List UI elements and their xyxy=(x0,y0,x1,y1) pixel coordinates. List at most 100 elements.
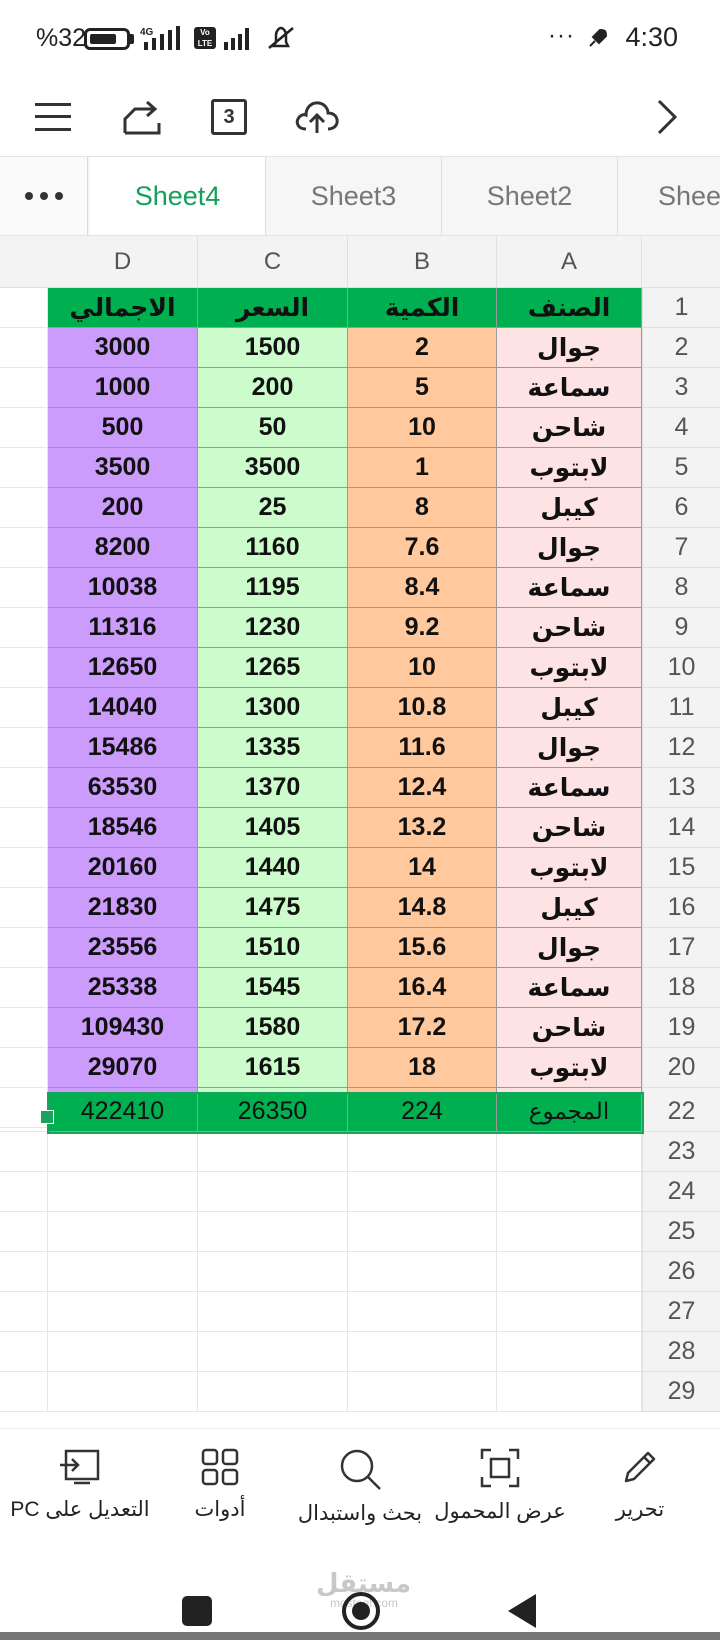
cell-item[interactable]: لابتوب xyxy=(497,848,642,888)
cell-price[interactable]: 200 xyxy=(198,368,348,408)
cell-item[interactable]: جوال xyxy=(497,728,642,768)
row-number[interactable]: 11 xyxy=(642,688,720,728)
cell-total[interactable]: 3000 xyxy=(48,328,198,368)
row-number[interactable]: 23 xyxy=(642,1132,720,1172)
cell-price[interactable]: 1230 xyxy=(198,608,348,648)
cell-quantity[interactable]: 2 xyxy=(348,328,497,368)
empty-cell[interactable] xyxy=(348,1292,497,1332)
row-number[interactable]: 1 xyxy=(642,288,720,328)
cell-item[interactable]: كيبل xyxy=(497,888,642,928)
total-cell-a[interactable]: المجموع xyxy=(497,1092,642,1132)
cell-price[interactable]: 1475 xyxy=(198,888,348,928)
home-button[interactable] xyxy=(342,1592,380,1630)
cell-total[interactable]: 200 xyxy=(48,488,198,528)
empty-cell[interactable] xyxy=(198,1212,348,1252)
cell-price[interactable]: 1545 xyxy=(198,968,348,1008)
cell-quantity[interactable]: 11.6 xyxy=(348,728,497,768)
empty-cell[interactable] xyxy=(198,1172,348,1212)
tab-count-button[interactable]: 3 xyxy=(202,90,256,144)
empty-cell[interactable] xyxy=(48,1292,198,1332)
row-number[interactable]: 16 xyxy=(642,888,720,928)
cell-price[interactable]: 1300 xyxy=(198,688,348,728)
tab-sheet4[interactable]: Sheet4 xyxy=(90,157,266,235)
cell-quantity[interactable]: 16.4 xyxy=(348,968,497,1008)
cell-total[interactable]: 500 xyxy=(48,408,198,448)
cell-total[interactable]: 25338 xyxy=(48,968,198,1008)
cell-price[interactable]: 3500 xyxy=(198,448,348,488)
cell-quantity[interactable]: 14 xyxy=(348,848,497,888)
cell-price[interactable]: 1405 xyxy=(198,808,348,848)
cell-quantity[interactable]: 17.2 xyxy=(348,1008,497,1048)
chevron-right-icon[interactable] xyxy=(640,90,694,144)
cell-total[interactable]: 29070 xyxy=(48,1048,198,1088)
cell-item[interactable]: جوال xyxy=(497,528,642,568)
cell-total[interactable]: 14040 xyxy=(48,688,198,728)
empty-cell[interactable] xyxy=(497,1172,642,1212)
edit-on-pc-button[interactable]: التعديل على PC xyxy=(0,1429,160,1559)
cell-total[interactable]: 15486 xyxy=(48,728,198,768)
row-number[interactable]: 4 xyxy=(642,408,720,448)
empty-cell[interactable] xyxy=(497,1372,642,1412)
row-number[interactable]: 9 xyxy=(642,608,720,648)
cell-price[interactable]: 1195 xyxy=(198,568,348,608)
empty-cell[interactable] xyxy=(48,1332,198,1372)
cell-price[interactable]: 1370 xyxy=(198,768,348,808)
total-cell-c[interactable]: 26350 xyxy=(198,1092,348,1132)
row-number[interactable]: 2 xyxy=(642,328,720,368)
empty-cell[interactable] xyxy=(48,1252,198,1292)
empty-cell[interactable] xyxy=(348,1172,497,1212)
cell-quantity[interactable]: 12.4 xyxy=(348,768,497,808)
header-cell-item[interactable]: الصنف xyxy=(497,288,642,328)
empty-cell[interactable] xyxy=(348,1332,497,1372)
row-number[interactable]: 25 xyxy=(642,1212,720,1252)
cell-quantity[interactable]: 7.6 xyxy=(348,528,497,568)
cell-item[interactable]: سماعة xyxy=(497,768,642,808)
row-number[interactable]: 27 xyxy=(642,1292,720,1332)
empty-cell[interactable] xyxy=(198,1252,348,1292)
empty-cell[interactable] xyxy=(48,1212,198,1252)
column-header-c[interactable]: C xyxy=(198,236,348,288)
cell-quantity[interactable]: 15.6 xyxy=(348,928,497,968)
row-number[interactable]: 14 xyxy=(642,808,720,848)
empty-cell[interactable] xyxy=(497,1252,642,1292)
share-icon[interactable] xyxy=(116,90,170,144)
row-number[interactable]: 19 xyxy=(642,1008,720,1048)
row-number[interactable]: 20 xyxy=(642,1048,720,1088)
column-header-b[interactable]: B xyxy=(348,236,497,288)
row-number[interactable]: 3 xyxy=(642,368,720,408)
cell-quantity[interactable]: 10.8 xyxy=(348,688,497,728)
cell-price[interactable]: 1510 xyxy=(198,928,348,968)
cell-quantity[interactable]: 10 xyxy=(348,408,497,448)
empty-cell[interactable] xyxy=(198,1332,348,1372)
cell-quantity[interactable]: 13.2 xyxy=(348,808,497,848)
total-cell-b[interactable]: 224 xyxy=(348,1092,497,1132)
empty-cell[interactable] xyxy=(48,1372,198,1412)
empty-cell[interactable] xyxy=(48,1172,198,1212)
cell-quantity[interactable]: 14.8 xyxy=(348,888,497,928)
row-number[interactable]: 6 xyxy=(642,488,720,528)
tools-button[interactable]: أدوات xyxy=(170,1429,270,1559)
cell-total[interactable]: 21830 xyxy=(48,888,198,928)
header-cell-total[interactable]: الاجمالي xyxy=(48,288,198,328)
cell-quantity[interactable]: 5 xyxy=(348,368,497,408)
row-number[interactable]: 26 xyxy=(642,1252,720,1292)
cell-price[interactable]: 1160 xyxy=(198,528,348,568)
empty-cell[interactable] xyxy=(198,1292,348,1332)
cell-total[interactable]: 18546 xyxy=(48,808,198,848)
empty-cell[interactable] xyxy=(48,1132,198,1172)
row-number[interactable]: 15 xyxy=(642,848,720,888)
menu-icon[interactable] xyxy=(26,90,80,144)
row-number[interactable]: 10 xyxy=(642,648,720,688)
cell-price[interactable]: 25 xyxy=(198,488,348,528)
cell-item[interactable]: شاحن xyxy=(497,608,642,648)
cell-total[interactable]: 23556 xyxy=(48,928,198,968)
cell-item[interactable]: شاحن xyxy=(497,808,642,848)
more-tabs-icon[interactable] xyxy=(0,157,88,235)
cell-item[interactable]: لابتوب xyxy=(497,448,642,488)
cell-price[interactable]: 1580 xyxy=(198,1008,348,1048)
cell-quantity[interactable]: 10 xyxy=(348,648,497,688)
row-number[interactable]: 24 xyxy=(642,1172,720,1212)
row-number[interactable]: 8 xyxy=(642,568,720,608)
mobile-view-button[interactable]: عرض المحمول xyxy=(434,1429,566,1559)
cell-price[interactable]: 1335 xyxy=(198,728,348,768)
